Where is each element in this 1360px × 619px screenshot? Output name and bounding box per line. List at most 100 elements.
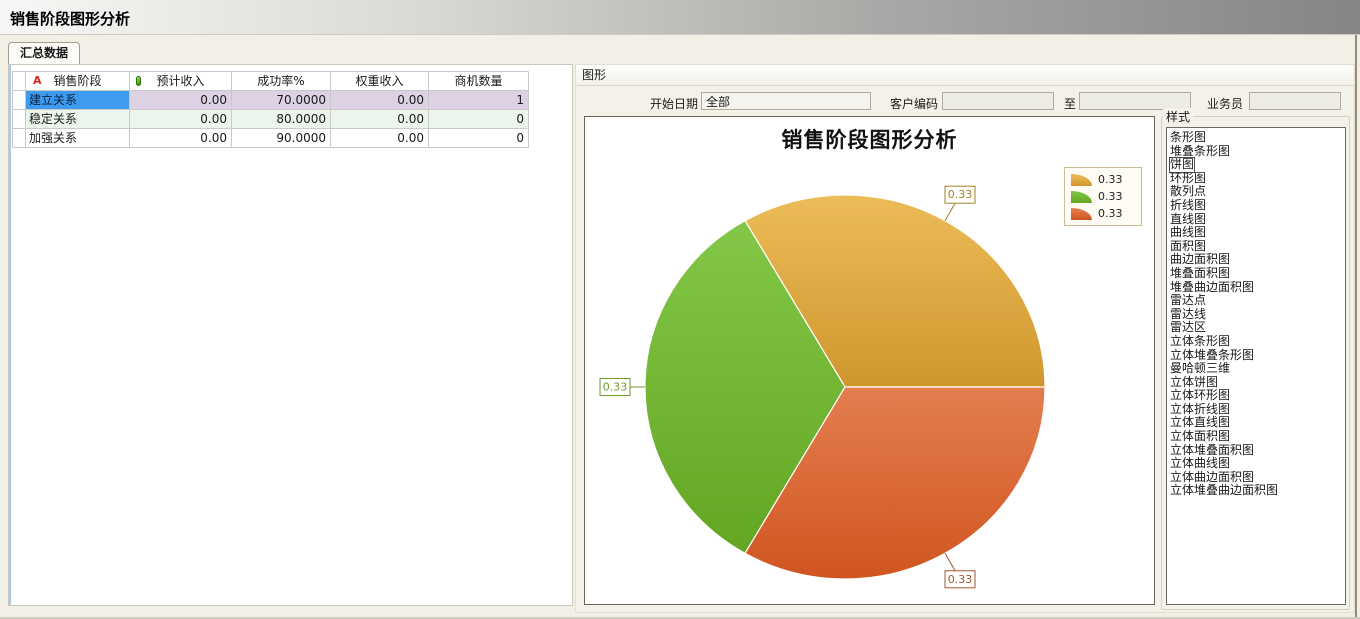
graph-panel: 图形 开始日期 客户编码 至 业务员 销售阶段图形分析 0.330.330.33… [575,64,1355,613]
legend-value: 0.33 [1098,173,1123,186]
chart-legend: 0.33 0.33 0.33 [1064,167,1142,226]
cell-weighted-income[interactable]: 0.00 [331,110,429,129]
column-header-label: 权重收入 [355,74,403,88]
style-option-label: 立体堆叠曲边面积图 [1170,484,1278,498]
style-option-label: 堆叠条形图 [1170,145,1230,159]
style-option[interactable]: 堆叠面积图 [1170,267,1344,281]
column-header-weighted-income[interactable]: 权重收入 [331,72,429,91]
style-option[interactable]: 散列点 [1170,185,1344,199]
chart-area: 销售阶段图形分析 0.330.330.33 0.330.330.33 [584,116,1155,605]
salesman-input[interactable] [1249,92,1341,110]
style-option[interactable]: 立体曲线图 [1170,457,1344,471]
cell-opportunity-count[interactable]: 0 [429,110,529,129]
style-option[interactable]: 面积图 [1170,240,1344,254]
style-option[interactable]: 雷达点 [1170,294,1344,308]
cell-expected-income[interactable]: 0.00 [130,110,232,129]
style-option-label: 雷达线 [1170,308,1206,322]
cell-success-rate[interactable]: 80.0000 [232,110,331,129]
cell-success-rate[interactable]: 90.0000 [232,129,331,148]
window-titlebar: 销售阶段图形分析 [0,0,1360,35]
style-option-label: 条形图 [1170,131,1206,145]
style-option-label: 饼图 [1170,158,1194,172]
cell-stage[interactable]: 加强关系 [26,129,130,148]
legend-swatch-icon [1071,191,1092,203]
style-option-label: 立体曲线图 [1170,457,1230,471]
style-option[interactable]: 堆叠条形图 [1170,145,1344,159]
cell-expected-income[interactable]: 0.00 [130,91,232,110]
graph-panel-title: 图形 [582,68,606,82]
customer-code-input[interactable] [942,92,1054,110]
callout-label-value: 0.33 [948,573,973,586]
style-option[interactable]: 立体条形图 [1170,335,1344,349]
panel-edge-accent [9,65,11,605]
style-option[interactable]: 曲边面积图 [1170,253,1344,267]
cell-opportunity-count[interactable]: 0 [429,129,529,148]
table-row: 稳定关系 0.00 80.0000 0.00 0 [13,110,529,129]
cell-opportunity-count[interactable]: 1 [429,91,529,110]
cell-stage[interactable]: 稳定关系 [26,110,130,129]
legend-item: 0.33 [1071,188,1135,205]
window-right-border [1355,35,1357,619]
row-selector[interactable] [13,110,26,129]
column-header-success-rate[interactable]: 成功率% [232,72,331,91]
row-selector[interactable] [13,129,26,148]
style-list: 条形图堆叠条形图饼图环形图散列点折线图直线图曲线图面积图曲边面积图堆叠面积图堆叠… [1166,127,1346,605]
style-option[interactable]: 饼图 [1170,158,1344,172]
style-option[interactable]: 折线图 [1170,199,1344,213]
column-header-opportunity-count[interactable]: 商机数量 [429,72,529,91]
cell-success-rate[interactable]: 70.0000 [232,91,331,110]
graph-panel-header: 图形 [576,65,1354,86]
style-option-label: 雷达区 [1170,321,1206,335]
style-option[interactable]: 堆叠曲边面积图 [1170,281,1344,295]
style-option-label: 雷达点 [1170,294,1206,308]
column-header-label: 销售阶段 [53,74,101,88]
style-option-label: 曲边面积图 [1170,253,1230,267]
cell-expected-income[interactable]: 0.00 [130,129,232,148]
style-option[interactable]: 雷达区 [1170,321,1344,335]
salesman-label: 业务员 [1203,95,1243,112]
style-option-label: 曲线图 [1170,226,1206,240]
cell-stage[interactable]: 建立关系 [26,91,130,110]
tab-summary-data[interactable]: 汇总数据 [8,42,80,64]
style-option[interactable]: 雷达线 [1170,308,1344,322]
style-option-label: 散列点 [1170,185,1206,199]
style-option[interactable]: 曲线图 [1170,226,1344,240]
style-option[interactable]: 立体环形图 [1170,389,1344,403]
sort-a-icon: A [33,72,42,90]
style-option[interactable]: 立体面积图 [1170,430,1344,444]
style-option[interactable]: 立体堆叠条形图 [1170,349,1344,363]
cell-weighted-income[interactable]: 0.00 [331,91,429,110]
row-selector[interactable] [13,91,26,110]
cell-weighted-income[interactable]: 0.00 [331,129,429,148]
style-option[interactable]: 条形图 [1170,131,1344,145]
column-header-stage[interactable]: A 销售阶段 [26,72,130,91]
field-indicator-icon [136,76,141,86]
legend-item: 0.33 [1071,171,1135,188]
style-option-label: 堆叠曲边面积图 [1170,281,1254,295]
legend-swatch-icon [1071,174,1092,186]
legend-value: 0.33 [1098,190,1123,203]
style-group-label: 样式 [1163,108,1193,125]
style-option-label: 面积图 [1170,240,1206,254]
legend-swatch-icon [1071,208,1092,220]
customer-code-label: 客户编码 [882,95,938,112]
style-option[interactable]: 立体堆叠曲边面积图 [1170,484,1344,498]
table-row: 加强关系 0.00 90.0000 0.00 0 [13,129,529,148]
table-row: 建立关系 0.00 70.0000 0.00 1 [13,91,529,110]
tab-label: 汇总数据 [20,46,68,60]
style-option[interactable]: 曼哈顿三维 [1170,362,1344,376]
column-header-label: 预计收入 [156,74,204,88]
style-option-label: 曼哈顿三维 [1170,362,1230,376]
start-date-input[interactable] [701,92,871,110]
column-header-expected-income[interactable]: 预计收入 [130,72,232,91]
style-option[interactable]: 直线图 [1170,213,1344,227]
column-header-label: 商机数量 [454,74,502,88]
summary-table: A 销售阶段 预计收入 成功率% 权重收入 商机数量 建立关系 0.00 70.… [12,71,529,148]
start-date-label: 开始日期 [626,95,698,112]
style-option-label: 立体环形图 [1170,389,1230,403]
summary-table-panel: A 销售阶段 预计收入 成功率% 权重收入 商机数量 建立关系 0.00 70.… [8,64,573,606]
legend-item: 0.33 [1071,205,1135,222]
table-header-row: A 销售阶段 预计收入 成功率% 权重收入 商机数量 [13,72,529,91]
row-selector-header[interactable] [13,72,26,91]
style-option-label: 立体条形图 [1170,335,1230,349]
